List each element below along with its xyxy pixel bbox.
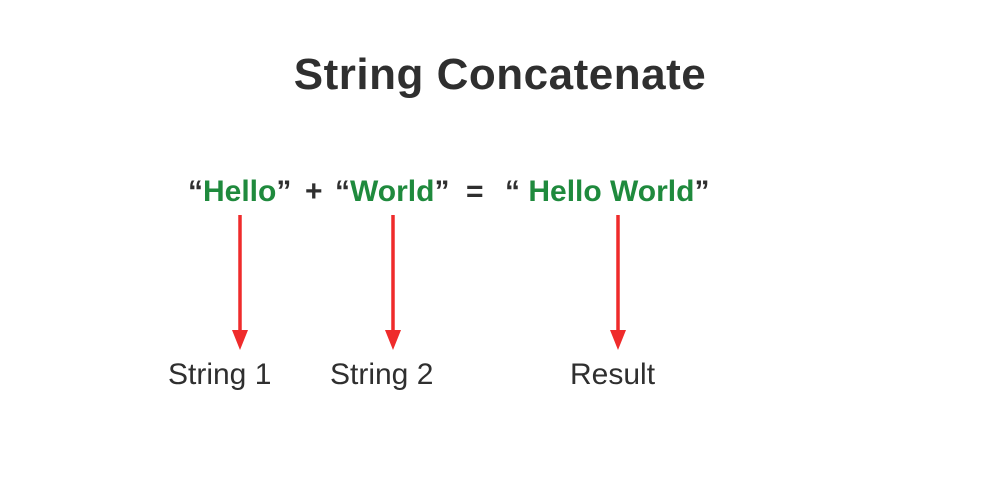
close-quote: ” — [434, 175, 449, 208]
operator-plus: + — [305, 175, 323, 209]
result-text: Hello World — [528, 175, 694, 208]
open-quote: “ — [335, 175, 350, 208]
label-string1: String 1 — [168, 358, 271, 392]
string2-text: World — [350, 175, 434, 208]
diagram-title: String Concatenate — [0, 50, 1000, 100]
operator-equals: = — [466, 175, 484, 209]
string1-text: Hello — [203, 175, 276, 208]
arrow-icon — [230, 215, 250, 350]
segment-result: “ Hello World” — [505, 175, 709, 209]
arrow-icon — [608, 215, 628, 350]
open-quote: “ — [188, 175, 203, 208]
arrow-icon — [383, 215, 403, 350]
label-string2: String 2 — [330, 358, 433, 392]
close-quote: ” — [694, 175, 709, 208]
segment-string2: “World” — [335, 175, 449, 209]
segment-string1: “Hello” — [188, 175, 291, 209]
close-quote: ” — [276, 175, 291, 208]
diagram-stage: String Concatenate “Hello” + “World” = “… — [0, 0, 1000, 500]
label-result: Result — [570, 358, 655, 392]
open-quote: “ — [505, 175, 520, 208]
